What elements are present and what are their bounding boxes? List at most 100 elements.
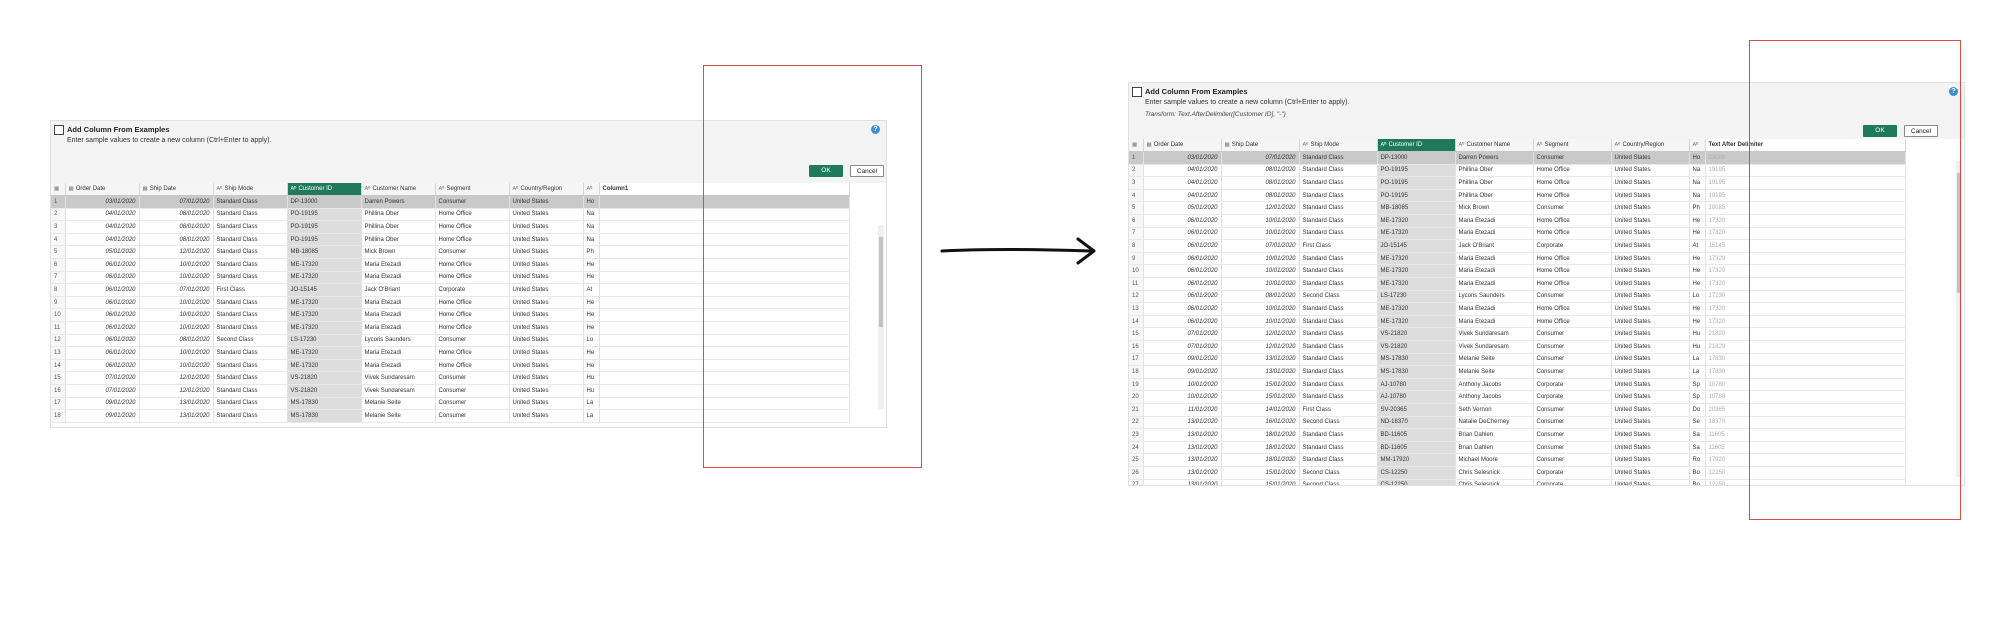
column-header-label: Customer ID (1388, 142, 1423, 149)
column-header-label: Ship Mode (224, 186, 254, 193)
table-cell: Maria Etezadi (1455, 214, 1534, 228)
column-header-label: Customer ID (298, 186, 333, 193)
table-cell: 04/01/2020 (65, 208, 140, 222)
table-cell: 08/01/2020 (139, 233, 214, 247)
column-header[interactable]: Aᴮ Customer ID (1377, 139, 1456, 153)
row-number: 8 (51, 283, 66, 297)
table-cell: Home Office (1533, 189, 1612, 203)
table-cell: JO-15145 (1377, 239, 1456, 253)
highlight-box-new-column-before (703, 65, 922, 468)
table-cell: 13/01/2020 (1143, 479, 1222, 485)
table-corner-icon[interactable]: ▦ (51, 183, 66, 197)
table-cell: DP-13000 (287, 195, 362, 209)
column-header[interactable]: Aᴮ Ship Mode (1299, 139, 1378, 153)
table-cell: United States (1611, 428, 1690, 442)
table-cell: At (1689, 239, 1706, 253)
column-header[interactable]: Aᴮ Country/Region (1611, 139, 1690, 153)
column-header[interactable]: ▦ Order Date (1143, 139, 1222, 153)
abc-text-icon: Aᴮ (364, 186, 371, 193)
table-cell: He (583, 271, 600, 285)
table-cell: 06/01/2020 (65, 308, 140, 323)
table-cell: Consumer (435, 409, 510, 423)
table-cell: Vivek Sundaresam (1455, 327, 1534, 341)
column-header[interactable]: ▦ Ship Date (1221, 139, 1300, 153)
table-cell: Corporate (1533, 378, 1612, 392)
calendar-icon: ▦ (1146, 142, 1152, 149)
table-cell: 13/01/2020 (1221, 353, 1300, 367)
table-cell: BD-11605 (1377, 428, 1456, 442)
column-header[interactable]: Aᴮ Country/Region (509, 183, 584, 197)
table-cell: PO-19195 (287, 233, 362, 247)
table-cell: PO-19195 (287, 220, 362, 234)
table-cell: Vivek Sundaresam (361, 384, 436, 398)
table-cell: Na (583, 220, 600, 234)
table-cell: Home Office (1533, 264, 1612, 279)
column-header[interactable]: Aᴮ Customer Name (361, 183, 436, 197)
table-cell: He (1689, 302, 1706, 316)
table-cell: Standard Class (1299, 340, 1378, 354)
table-cell: United States (509, 371, 584, 385)
table-cell: United States (509, 321, 584, 335)
table-cell: United States (509, 245, 584, 260)
column-header[interactable]: Aᴮ Customer Name (1455, 139, 1534, 153)
row-number: 4 (1129, 189, 1144, 203)
table-cell: Bo (1689, 466, 1706, 480)
row-number: 3 (51, 220, 66, 234)
table-cell: Consumer (1533, 151, 1612, 165)
table-cell: LS-17230 (1377, 290, 1456, 304)
column-header[interactable]: Aᴮ Ship Mode (213, 183, 288, 197)
table-cell: Maria Etezadi (1455, 315, 1534, 329)
table-corner-icon[interactable]: ▦ (1129, 139, 1144, 153)
table-cell: United States (1611, 176, 1690, 190)
column-header[interactable]: Aᴮ Customer ID (287, 183, 362, 197)
table-cell: United States (1611, 164, 1690, 178)
table-cell: 06/01/2020 (1143, 290, 1222, 304)
column-header[interactable]: Aᴮ Segment (435, 183, 510, 197)
table-cell: United States (509, 283, 584, 297)
table-cell: Standard Class (1299, 189, 1378, 203)
table-cell: Standard Class (213, 220, 288, 234)
abc-text-icon: Aᴮ (1536, 142, 1543, 149)
column-header-label: Column1 (602, 186, 629, 193)
table-cell: 04/01/2020 (65, 233, 140, 247)
table-cell: Second Class (1299, 290, 1378, 304)
column-header[interactable]: ▦ Ship Date (139, 183, 214, 197)
table-cell: United States (509, 296, 584, 310)
dialog-title: Add Column From Examples (67, 125, 170, 134)
table-cell: He (1689, 252, 1706, 266)
table-cell: Maria Etezadi (1455, 264, 1534, 279)
table-cell: 07/01/2020 (65, 371, 140, 385)
abc-text-icon: Aᴮ (586, 186, 593, 193)
table-cell: JO-15145 (287, 283, 362, 297)
table-cell: Corporate (1533, 390, 1612, 404)
table-cell: Phillina Ober (1455, 164, 1534, 178)
table-cell: Standard Class (213, 371, 288, 385)
column-header-label: Segment (1544, 142, 1569, 149)
table-cell: Phillina Ober (361, 220, 436, 234)
table-cell: Vivek Sundaresam (1455, 340, 1534, 354)
table-cell: VS-21820 (1377, 340, 1456, 354)
column-header[interactable]: ▦ Order Date (65, 183, 140, 197)
table-cell: Consumer (1533, 403, 1612, 417)
table-cell: Na (1689, 176, 1706, 190)
table-cell: 06/01/2020 (1143, 277, 1222, 291)
table-cell: Do (1689, 403, 1706, 417)
table-cell: Home Office (1533, 277, 1612, 291)
table-cell: United States (1611, 214, 1690, 228)
table-cell: Mick Brown (1455, 201, 1534, 216)
table-cell: Home Office (435, 271, 510, 285)
column-header[interactable]: Aᴮ (583, 183, 600, 197)
table-cell: 13/01/2020 (139, 397, 214, 411)
table-cell: 03/01/2020 (65, 195, 140, 209)
table-cell: Standard Class (213, 397, 288, 411)
table-cell: Consumer (1533, 290, 1612, 304)
column-header[interactable]: Aᴮ Segment (1533, 139, 1612, 153)
row-number: 11 (1129, 277, 1144, 291)
table-cell: Home Office (1533, 227, 1612, 241)
table-cell: Chris Selesnick (1455, 479, 1534, 485)
column-header[interactable]: Aᴮ (1689, 139, 1706, 153)
table-cell: 06/01/2020 (65, 271, 140, 285)
table-cell: United States (1611, 441, 1690, 455)
abc-text-icon: Aᴮ (290, 186, 297, 193)
table-cell: United States (1611, 290, 1690, 304)
